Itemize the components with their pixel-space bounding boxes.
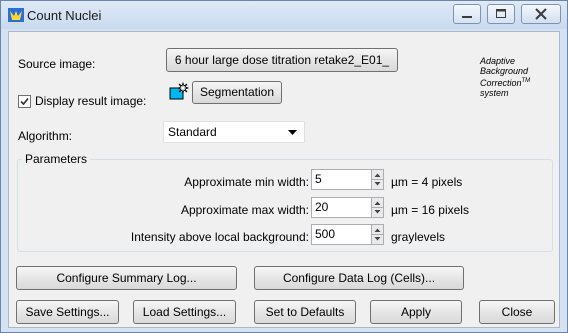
source-image-button[interactable]: 6 hour large dose titration retake2_E01_ bbox=[166, 48, 398, 72]
close-button[interactable]: Close bbox=[479, 300, 555, 324]
close-icon bbox=[535, 8, 547, 20]
dialog-body: Source image: 6 hour large dose titratio… bbox=[8, 31, 560, 328]
app-icon bbox=[8, 8, 24, 22]
min-width-label: Approximate min width: bbox=[184, 175, 309, 189]
save-settings-button[interactable]: Save Settings... bbox=[16, 300, 119, 324]
segmentation-color-icon[interactable] bbox=[169, 82, 189, 100]
checkmark-icon bbox=[20, 97, 29, 106]
configure-data-log-button[interactable]: Configure Data Log (Cells)... bbox=[254, 266, 464, 290]
abc-tm: TM bbox=[521, 78, 531, 84]
intensity-unit: graylevels bbox=[391, 230, 446, 244]
max-width-spinner[interactable] bbox=[371, 197, 384, 218]
set-to-defaults-button[interactable]: Set to Defaults bbox=[254, 300, 356, 324]
intensity-input[interactable]: 500 bbox=[311, 224, 371, 245]
abc-line1: Adaptive bbox=[480, 56, 516, 66]
load-settings-button[interactable]: Load Settings... bbox=[133, 300, 236, 324]
min-width-spinner[interactable] bbox=[371, 169, 384, 190]
spin-arrows-icon bbox=[372, 173, 383, 186]
maximize-button[interactable] bbox=[487, 4, 515, 24]
min-width-unit: µm = 4 pixels bbox=[391, 175, 463, 189]
source-image-label: Source image: bbox=[18, 57, 96, 71]
minimize-icon bbox=[462, 16, 472, 18]
min-width-input[interactable]: 5 bbox=[311, 169, 371, 190]
abc-line3: Correction bbox=[480, 78, 522, 88]
configure-summary-log-button[interactable]: Configure Summary Log... bbox=[16, 266, 237, 290]
algorithm-value: Standard bbox=[168, 125, 217, 139]
display-result-checkbox[interactable] bbox=[18, 95, 31, 108]
parameters-title: Parameters bbox=[22, 152, 91, 166]
window-title: Count Nuclei bbox=[27, 8, 102, 23]
algorithm-select[interactable]: Standard bbox=[163, 121, 305, 143]
title-bar[interactable]: Count Nuclei bbox=[1, 1, 567, 29]
minimize-button[interactable] bbox=[453, 4, 481, 24]
abc-line2: Background bbox=[480, 66, 529, 76]
abc-note: Adaptive Background CorrectionTM system bbox=[480, 56, 530, 98]
spin-arrows-icon bbox=[372, 228, 383, 241]
intensity-label: Intensity above local background: bbox=[130, 230, 309, 244]
spin-arrows-icon bbox=[372, 201, 383, 214]
display-result-label: Display result image: bbox=[35, 94, 147, 108]
segmentation-button[interactable]: Segmentation bbox=[192, 81, 282, 104]
max-width-label: Approximate max width: bbox=[180, 203, 309, 217]
count-nuclei-window: Count Nuclei Source image: 6 hour large … bbox=[0, 0, 568, 333]
intensity-spinner[interactable] bbox=[371, 224, 384, 245]
close-window-button[interactable] bbox=[521, 4, 561, 24]
apply-button[interactable]: Apply bbox=[370, 300, 462, 324]
abc-line4: system bbox=[480, 88, 509, 98]
chevron-down-icon bbox=[288, 130, 297, 135]
max-width-unit: µm = 16 pixels bbox=[391, 203, 469, 217]
max-width-input[interactable]: 20 bbox=[311, 197, 371, 218]
maximize-icon bbox=[496, 9, 506, 18]
algorithm-label: Algorithm: bbox=[18, 129, 73, 143]
